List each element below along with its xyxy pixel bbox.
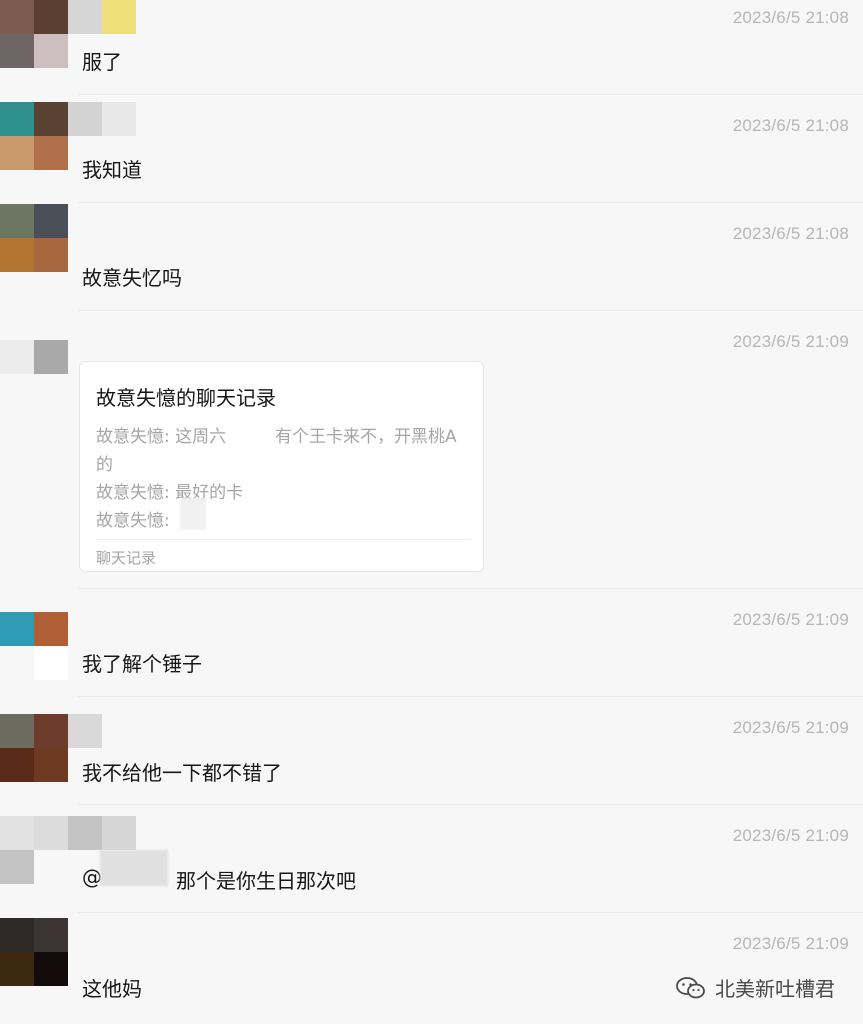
message-divider [78,202,863,203]
redacted-nickname [68,816,136,850]
message-text[interactable]: 我不给他一下都不错了 [82,757,282,786]
avatar-pixel [0,34,34,68]
avatar-pixel [0,612,34,646]
watermark-text: 北美新吐槽君 [715,977,835,1001]
avatar[interactable] [0,816,68,884]
chat-record-line: 故意失憶: 最好的卡 [96,483,244,503]
redact-pixel [68,714,102,748]
avatar-pixel [0,136,34,170]
redacted-nickname [68,102,136,136]
redacted-text [245,408,275,442]
message-text[interactable]: 这他妈 [82,973,142,1002]
avatar-pixel [34,714,68,748]
chat-record-line: 故意失憶: 这周六 [96,427,227,447]
avatar[interactable] [0,918,68,986]
redacted-text [180,498,206,530]
avatar-pixel [34,918,68,952]
message-timestamp: 2023/6/5 21:09 [732,718,849,737]
avatar-pixel [34,646,68,680]
chat-record-footer: 聊天记录 [96,549,157,567]
chat-record-line: 的 [96,455,113,475]
message-timestamp: 2023/6/5 21:09 [732,610,849,629]
avatar-pixel [0,238,34,272]
redact-pixel [68,102,102,136]
redact-pixel [102,102,136,136]
avatar-pixel [34,34,68,68]
redacted-nickname [68,714,102,748]
message-text[interactable]: 我知道 [82,154,142,183]
avatar-pixel [34,850,68,884]
avatar-pixel [34,612,68,646]
redact-pixel [68,0,102,34]
redact-pixel [68,816,102,850]
avatar-pixel [0,646,34,680]
message-divider [78,310,863,311]
mention-prefix[interactable]: @ [82,865,102,889]
avatar-pixel [0,952,34,986]
avatar[interactable] [0,102,68,170]
avatar-pixel [34,340,68,374]
avatar-pixel [34,136,68,170]
redact-pixel [102,816,136,850]
avatar[interactable] [0,340,68,408]
message-text[interactable]: 故意失忆吗 [82,262,182,291]
avatar[interactable] [0,714,68,782]
chat-record-line: 有个王卡来不，开黑桃A [275,427,457,447]
message-text[interactable]: 那个是你生日那次吧 [176,865,356,894]
message-timestamp: 2023/6/5 21:08 [732,224,849,243]
avatar-pixel [34,748,68,782]
avatar-pixel [0,714,34,748]
avatar-pixel [0,850,34,884]
message-divider [78,804,863,805]
message-divider [78,912,863,913]
wechat-icon [676,976,705,998]
avatar-pixel [0,102,34,136]
avatar[interactable] [0,0,68,68]
avatar-pixel [0,204,34,238]
avatar-pixel [34,374,68,408]
avatar-pixel [0,374,34,408]
avatar-pixel [34,238,68,272]
message-timestamp: 2023/6/5 21:08 [732,8,849,27]
avatar-pixel [0,918,34,952]
avatar[interactable] [0,612,68,680]
message-divider [78,696,863,697]
avatar-pixel [0,0,34,34]
avatar-pixel [34,0,68,34]
message-text[interactable]: 服了 [82,46,122,75]
message-divider [78,94,863,95]
redacted-nickname [68,0,136,34]
chat-record-card[interactable]: 故意失憶的聊天记录 故意失憶: 这周六 有个王卡来不，开黑桃A 的 故意失憶: … [79,361,484,572]
message-divider [78,588,863,589]
watermark: 北美新吐槽君 [675,973,835,1002]
chat-record-title: 故意失憶的聊天记录 [96,386,276,410]
avatar-pixel [34,816,68,850]
message-text[interactable]: 我了解个锤子 [82,648,202,677]
avatar-pixel [34,952,68,986]
card-separator [96,539,471,540]
message-timestamp: 2023/6/5 21:09 [732,934,849,953]
message-timestamp: 2023/6/5 21:08 [732,116,849,135]
avatar[interactable] [0,204,68,272]
avatar-pixel [34,102,68,136]
avatar-pixel [0,748,34,782]
avatar-pixel [34,204,68,238]
message-timestamp: 2023/6/5 21:09 [732,332,849,351]
redact-pixel [102,0,136,34]
chat-record-line: 故意失憶: [96,511,170,531]
avatar-pixel [0,816,34,850]
avatar-pixel [0,340,34,374]
message-timestamp: 2023/6/5 21:09 [732,826,849,845]
redacted-mention [100,850,168,886]
